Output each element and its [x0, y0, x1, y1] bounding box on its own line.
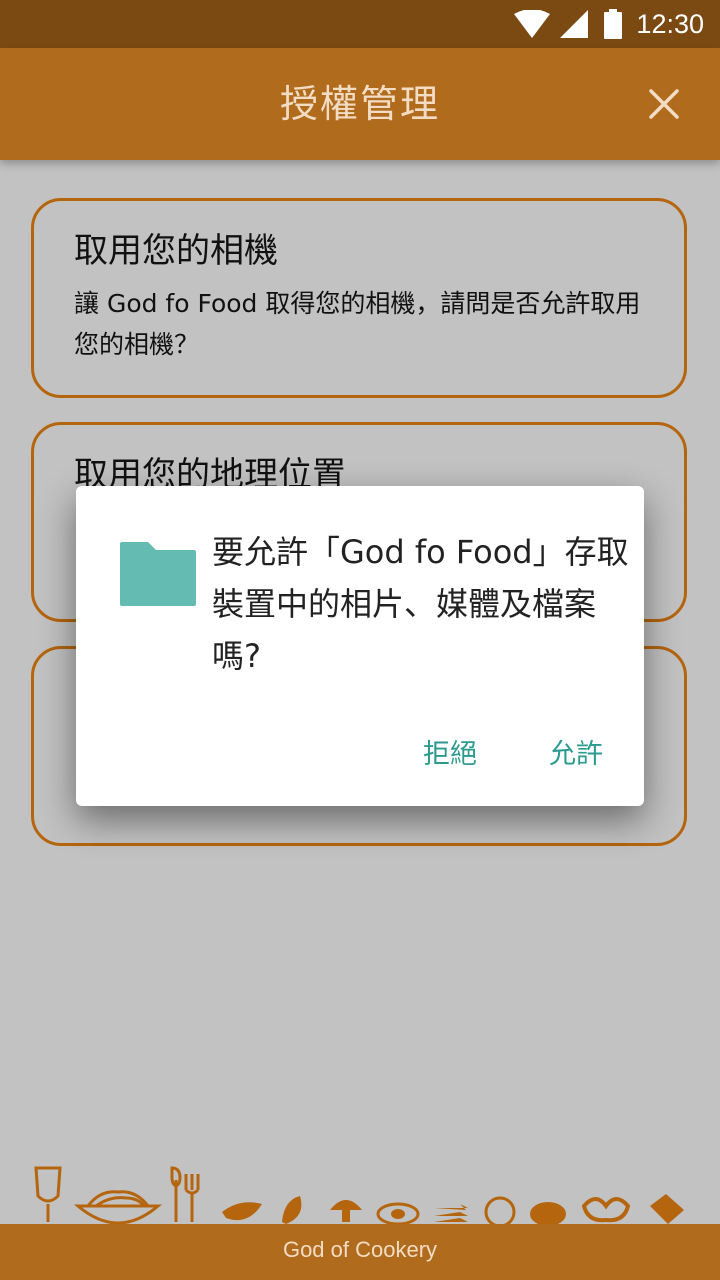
- onion-icon: [484, 1196, 516, 1226]
- leaf-icon: [222, 1202, 262, 1221]
- camera-permission-card[interactable]: 取用您的相機 讓 God fo Food 取得您的相機，請問是否允許取用您的相機…: [31, 198, 687, 398]
- status-bar: 12:30: [0, 0, 720, 48]
- cellular-signal-icon: [560, 10, 589, 38]
- status-time: 12:30: [636, 8, 704, 39]
- pretzel-icon: [581, 1197, 631, 1223]
- card-description: 讓 God fo Food 取得您的相機，請問是否允許取用您的相機？: [74, 289, 641, 359]
- cookie-icon: [530, 1202, 566, 1226]
- cheese-icon: [650, 1194, 684, 1224]
- fish-icon: [434, 1204, 468, 1222]
- card-title: 取用您的相機: [74, 231, 278, 271]
- noodle-bowl-icon: [73, 1190, 163, 1225]
- wine-glass-icon: [34, 1166, 62, 1222]
- deny-button[interactable]: 拒絕: [423, 732, 477, 771]
- footer-bar: God of Cookery: [0, 1224, 720, 1280]
- folder-icon: [120, 542, 196, 606]
- food-icons-strip: [34, 1166, 684, 1226]
- app-bar: 授權管理: [0, 48, 720, 160]
- battery-icon: [604, 9, 623, 39]
- leaf-icon: [282, 1196, 302, 1224]
- page-title: 授權管理: [279, 82, 440, 126]
- permission-dialog: 要允許「God fo Food」存取裝置中的相片、媒體及檔案嗎? 拒絕 允許: [76, 486, 644, 806]
- close-icon[interactable]: [648, 88, 680, 120]
- wifi-icon: [514, 10, 551, 38]
- dialog-message: 要允許「God fo Food」存取裝置中的相片、媒體及檔案嗎?: [212, 533, 629, 675]
- mushroom-icon: [330, 1200, 362, 1222]
- utensils-icon: [170, 1166, 200, 1222]
- allow-button[interactable]: 允許: [549, 732, 603, 771]
